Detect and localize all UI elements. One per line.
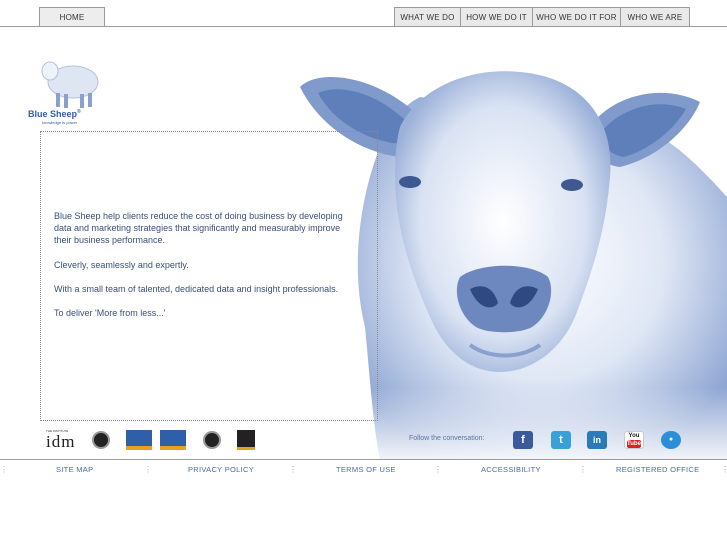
youtube-icon-top: You [628,433,640,439]
intro-paragraph-4: To deliver 'More from less...' [54,308,166,318]
nav-tab-what-we-do[interactable]: WHAT WE DO [394,7,461,26]
award-badge-icon [237,430,255,450]
footer-link-site-map[interactable]: SITE MAP [56,465,93,474]
nav-tab-who-we-are[interactable]: WHO WE ARE [621,7,690,26]
logo-name: Blue Sheep [28,109,78,119]
footer-link-registered-office[interactable]: REGISTERED OFFICE [616,465,699,474]
quality-badge-icon [126,430,152,450]
quality-badge-icon [160,430,186,450]
intro-paragraph-3: With a small team of talented, dedicated… [54,284,339,294]
follow-label: Follow the conversation: [409,435,485,442]
footer-separator: ⋮ [144,465,152,474]
footer-link-privacy-policy[interactable]: PRIVACY POLICY [188,465,254,474]
footer-link-terms-of-use[interactable]: TERMS OF USE [336,465,396,474]
nav-tab-how-we-do-it[interactable]: HOW WE DO IT [461,7,533,26]
logo-registered-mark: ® [77,109,81,115]
skype-icon[interactable]: ● [661,431,681,449]
linkedin-icon[interactable]: in [587,431,607,449]
badge-seal-icon [92,431,110,449]
sheep-logo-icon [41,61,99,108]
footer-link-accessibility[interactable]: ACCESSIBILITY [481,465,541,474]
footer-separator: ⋮ [579,465,587,474]
idm-logo: THE INSTITUTE idm [46,429,76,451]
twitter-icon[interactable]: t [551,431,571,449]
footer-separator: ⋮ [289,465,297,474]
logo[interactable]: Blue Sheep® knowledge is power [28,57,108,127]
intro-paragraph-1: Blue Sheep help clients reduce the cost … [54,211,343,245]
intro-panel [40,131,378,421]
logo-tagline: knowledge is power [42,120,78,125]
footer-separator: ⋮ [721,465,727,474]
badge-seal-icon [203,431,221,449]
nav-tab-home[interactable]: HOME [39,7,105,26]
idm-logo-text: idm [46,432,76,451]
intro-paragraph-2: Cleverly, seamlessly and expertly. [54,260,189,270]
youtube-icon-bottom: Tube [627,440,641,448]
footer-separator: ⋮ [0,465,8,474]
youtube-icon[interactable]: You Tube [624,431,644,449]
footer-separator: ⋮ [434,465,442,474]
nav-tab-who-we-do-it-for[interactable]: WHO WE DO IT FOR [533,7,621,26]
facebook-icon[interactable]: f [513,431,533,449]
